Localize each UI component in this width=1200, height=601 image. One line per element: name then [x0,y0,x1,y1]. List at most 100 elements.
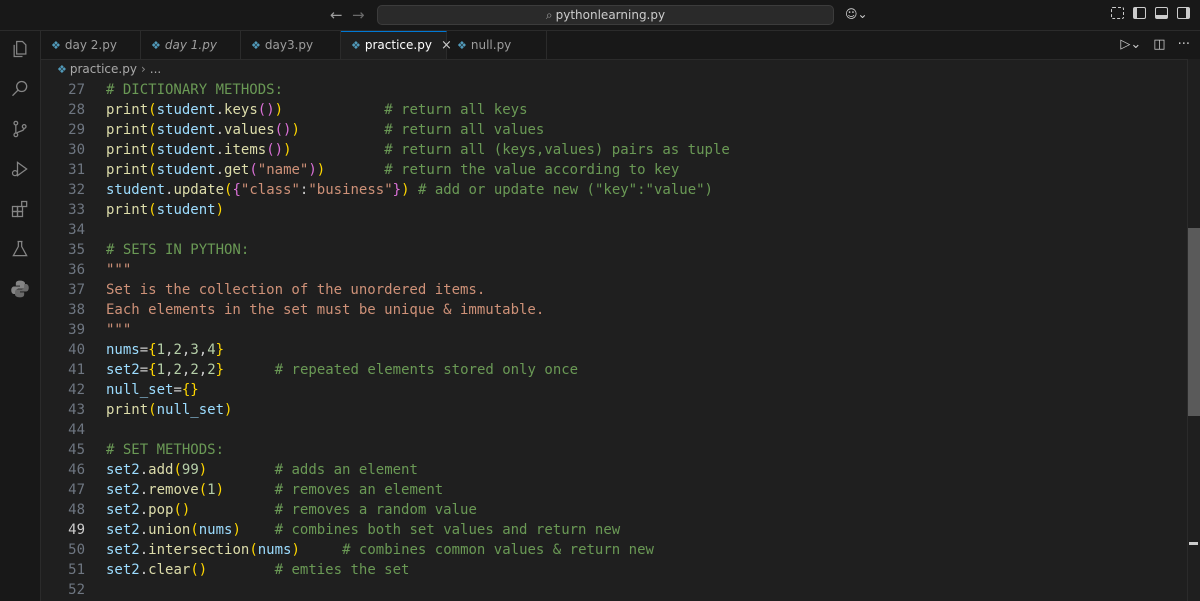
code-line[interactable]: 49 set2.union(nums) # combines both set v… [41,520,620,540]
code-token: . [139,542,149,558]
toggle-secondary-sidebar-icon[interactable] [1177,7,1190,19]
more-actions-icon[interactable]: ··· [1178,37,1190,52]
toggle-panel-icon[interactable] [1155,7,1168,19]
code-token: ( [190,522,199,538]
code-line[interactable]: 32 student.update({"class":"business"}) #… [41,180,713,200]
code-line[interactable]: 47 set2.remove(1) # removes an element [41,480,443,500]
code-line[interactable]: 44 [41,420,85,440]
code-token: , [198,362,208,378]
code-line[interactable]: 46 set2.add(99) # adds an element [41,460,418,480]
code-token: ) [232,522,241,538]
code-token: print [106,202,149,218]
code-line[interactable]: 31 print(student.get("name")) # return th… [41,160,679,180]
code-line[interactable]: 37 Set is the collection of the unordered… [41,280,485,300]
back-arrow-icon[interactable]: ← [330,6,343,24]
code-token: . [215,102,225,118]
line-number: 47 [68,482,85,498]
tab-day-2[interactable]: ❖ day 2.py [41,31,141,59]
code-token: . [139,502,149,518]
extensions-icon[interactable] [9,198,31,220]
python-file-icon: ❖ [151,39,161,52]
code-line[interactable]: 27 # DICTIONARY METHODS: [41,80,283,100]
code-line[interactable]: 29 print(student.values()) # return all v… [41,120,544,140]
vertical-scrollbar-thumb[interactable] [1188,228,1200,416]
code-line[interactable]: 40 nums={1,2,3,4} [41,340,224,360]
search-icon[interactable] [9,78,31,100]
code-token: { [148,362,157,378]
code-line[interactable]: 52 [41,580,85,600]
line-number: 27 [68,82,85,98]
line-number: 39 [68,322,85,338]
explorer-icon[interactable] [9,38,31,60]
code-line[interactable]: 43 print(null_set) [41,400,232,420]
copilot-icon[interactable]: ☺︎⌄ [845,7,868,21]
forward-arrow-icon[interactable]: → [352,6,365,24]
toggle-primary-sidebar-icon[interactable] [1133,7,1146,19]
code-line[interactable]: 45 # SET METHODS: [41,440,224,460]
run-python-icon[interactable]: ▷⌄ [1120,37,1141,52]
source-control-icon[interactable] [9,118,31,140]
testing-icon[interactable] [9,238,31,260]
code-line[interactable]: 33 print(student) [41,200,224,220]
tab-null[interactable]: ❖ null.py [447,31,547,59]
code-token: ) [224,402,233,418]
code-line[interactable]: 34 [41,220,85,240]
code-line[interactable]: 36 """ [41,260,131,280]
code-line[interactable]: 35 # SETS IN PYTHON: [41,240,249,260]
line-number: 32 [68,182,85,198]
command-center-search[interactable]: ⌕ pythonlearning.py [377,5,834,25]
code-line[interactable]: 28 print(student.keys()) # return all key… [41,100,527,120]
code-token: {} [181,382,199,398]
split-editor-icon[interactable]: ◫ [1153,37,1165,52]
code-text: """ [106,320,131,340]
breadcrumb-more[interactable]: ... [150,62,161,76]
code-token: } [215,362,225,378]
code-line[interactable]: 41 set2={1,2,2,2} # repeated elements sto… [41,360,578,380]
code-token: , [198,342,208,358]
code-token: # return all (keys,values) pairs as tupl… [384,142,730,158]
line-number: 40 [68,342,85,358]
code-text: print(student.values()) # return all val… [106,120,544,140]
code-line[interactable]: 38 Each elements in the set must be uniqu… [41,300,544,320]
tab-day-1[interactable]: ❖ day 1.py [141,31,241,59]
line-number: 38 [68,302,85,318]
code-token: "business" [308,182,393,198]
code-token: ( [249,162,258,178]
line-number: 43 [68,402,85,418]
breadcrumb-file[interactable]: practice.py [70,62,137,76]
line-number: 36 [68,262,85,278]
code-token: set2 [106,502,140,518]
code-token: ( [148,122,157,138]
tab-day3[interactable]: ❖ day3.py [241,31,341,59]
code-token: . [139,562,149,578]
code-line[interactable]: 30 print(student.items()) # return all (k… [41,140,730,160]
code-text: student.update({"class":"business"}) # a… [106,180,713,200]
code-text: set2.add(99) # adds an element [106,460,418,480]
code-editor[interactable]: 27 # DICTIONARY METHODS: 28 print(student.k… [41,80,1187,601]
code-token: update [173,182,225,198]
code-token: . [215,122,225,138]
code-token: # add or update new ("key":"value") [417,182,713,198]
code-line[interactable]: 39 """ [41,320,131,340]
code-text: nums={1,2,3,4} [106,340,224,360]
customize-layout-icon[interactable] [1111,7,1124,19]
code-text: # SET METHODS: [106,440,224,460]
code-token: "name" [257,162,309,178]
code-line[interactable]: 51 set2.clear() # emties the set [41,560,409,580]
tab-practice[interactable]: ❖ practice.py × [341,31,452,59]
run-debug-icon[interactable] [9,158,31,180]
code-token: # return all values [384,122,545,138]
line-number: 30 [68,142,85,158]
code-line[interactable]: 42 null_set={} [41,380,199,400]
code-token: nums [198,522,233,538]
code-token: ) [291,542,300,558]
code-line[interactable]: 50 set2.intersection(nums) # combines com… [41,540,654,560]
activity-bar [0,31,41,601]
tab-label: practice.py [364,38,432,52]
code-token: = [139,342,149,358]
python-icon[interactable] [9,278,31,300]
code-line[interactable]: 48 set2.pop() # removes a random value [41,500,477,520]
